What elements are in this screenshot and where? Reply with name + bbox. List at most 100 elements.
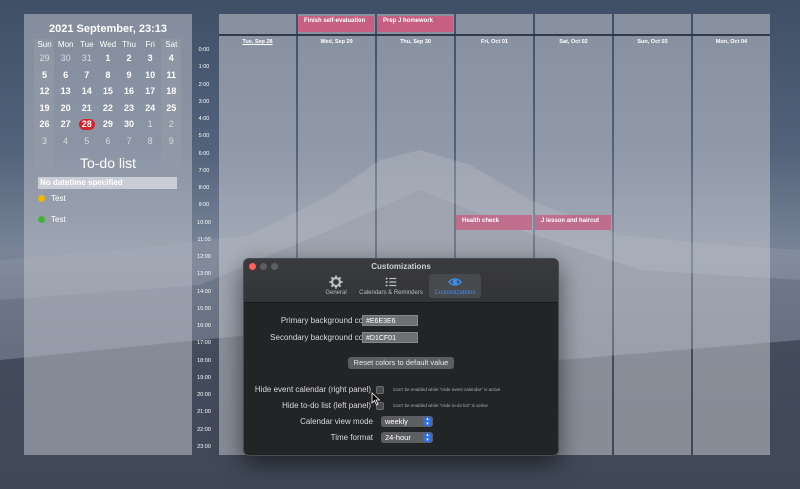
calendar-day[interactable]: 29 (97, 118, 118, 130)
calendar-day[interactable]: 8 (140, 135, 161, 147)
calendar-day[interactable]: 13 (55, 85, 76, 97)
calendar-day-number: 7 (84, 69, 90, 80)
calendar-day[interactable]: 1 (140, 118, 161, 130)
calendar-day[interactable]: 30 (119, 118, 140, 130)
weekday-label: Wed (99, 39, 117, 49)
customizations-dialog: Customizations General Calendars & Remin… (243, 258, 559, 456)
day-header: Fri, Oct 01 (481, 39, 508, 45)
eye-icon (448, 278, 462, 286)
calendar-day[interactable]: 16 (119, 85, 140, 97)
calendar-day[interactable]: 19 (34, 102, 55, 114)
calendar-day-number: 3 (147, 53, 153, 64)
primary-bg-field[interactable]: #E6E3E6 (362, 315, 418, 326)
secondary-bg-field[interactable]: #D1CF01 (362, 332, 418, 343)
calendar-day-number: 1 (147, 119, 153, 130)
calendar-day[interactable]: 7 (119, 135, 140, 147)
todo-item-label: Test (51, 215, 66, 224)
hour-label: 2:00 (198, 81, 210, 88)
calendar-day[interactable]: 15 (97, 85, 118, 97)
day-column[interactable] (693, 14, 770, 455)
calendar-day[interactable]: 18 (161, 85, 182, 97)
calendar-day-number: 14 (81, 86, 92, 97)
calendar-day[interactable]: 11 (161, 69, 182, 81)
calendar-event[interactable]: Health check (456, 214, 532, 230)
calendar-day-number: 6 (63, 69, 69, 80)
calendar-day[interactable]: 6 (55, 69, 76, 81)
allday-event[interactable]: Finish self-evaluation (298, 16, 374, 32)
calendar-day[interactable]: 4 (55, 135, 76, 147)
hide-todo-hint: Can't be enabled while "Hide to-do list"… (393, 403, 488, 408)
calendar-day[interactable]: 29 (34, 52, 55, 64)
calendar-day[interactable]: 24 (140, 102, 161, 114)
calendar-title: 2021 September, 23:13 (48, 23, 168, 35)
calendar-week-row: 3 4 5 6 7 8 9 (34, 133, 182, 150)
calendar-day-number: 22 (102, 102, 113, 113)
calendar-day-number: 5 (84, 135, 90, 146)
calendar-day-number: 27 (60, 119, 71, 130)
tab-customizations[interactable]: Customizations (429, 274, 481, 298)
calendar-day-number: 12 (39, 86, 50, 97)
calendar-day[interactable]: 5 (76, 135, 97, 147)
todo-title: To-do list (79, 155, 137, 171)
calendar-day-number: 5 (42, 69, 48, 80)
calendar-day-number: 4 (63, 135, 69, 146)
calendar-day-number: 25 (166, 102, 177, 113)
calendar-day[interactable]: 23 (119, 102, 140, 114)
calendar-day[interactable]: 26 (34, 118, 55, 130)
calendar-day[interactable]: 1 (97, 52, 118, 64)
calendar-day-number: 15 (102, 86, 113, 97)
calendar-day[interactable]: 27 (55, 118, 76, 130)
calendar-day[interactable]: 2 (119, 52, 140, 64)
calendar-day-today[interactable]: 28 (76, 118, 97, 131)
calendar-day[interactable]: 9 (161, 135, 182, 147)
allday-event[interactable]: Prep J homework (377, 16, 453, 32)
day-column[interactable] (614, 14, 691, 455)
calendar-day[interactable]: 17 (140, 85, 161, 97)
calendar-day[interactable]: 25 (161, 102, 182, 114)
todo-item[interactable]: Test (38, 194, 66, 203)
calendar-day-number: 7 (126, 135, 132, 146)
calendar-day[interactable]: 8 (97, 69, 118, 81)
calendar-day[interactable]: 30 (55, 52, 76, 64)
dialog-title: Customizations (371, 262, 431, 271)
calendar-day[interactable]: 4 (161, 52, 182, 64)
tab-calendars-reminders[interactable]: Calendars & Reminders (355, 274, 427, 298)
calendar-day[interactable]: 6 (97, 135, 118, 147)
todo-item-label: Test (51, 194, 66, 203)
calendar-day-number: 3 (42, 135, 48, 146)
hour-label: 5:00 (198, 133, 210, 140)
calendar-day[interactable]: 10 (140, 69, 161, 81)
calendar-day-number: 2 (126, 53, 132, 64)
tab-general-label: General (325, 290, 347, 296)
calendar-day[interactable]: 2 (161, 118, 182, 130)
calendar-day[interactable]: 31 (76, 52, 97, 64)
hour-label: 4:00 (198, 116, 210, 122)
calendar-day[interactable]: 3 (140, 52, 161, 64)
calendar-day[interactable]: 12 (34, 85, 55, 97)
reset-colors-button[interactable]: Reset colors to default value (348, 357, 454, 369)
calendar-day[interactable]: 20 (55, 102, 76, 114)
calendar-day[interactable]: 14 (76, 85, 97, 97)
tab-customizations-label: Customizations (434, 290, 476, 296)
calendar-day[interactable]: 21 (76, 102, 97, 114)
time-column: 0:00 1:00 2:00 3:00 4:00 5:00 6:00 7:00 8:00 9:00… (192, 0, 218, 489)
weekday-label: Sat (165, 39, 178, 49)
gear-icon (329, 275, 343, 289)
tab-general[interactable]: General (320, 274, 352, 298)
time-format-select[interactable]: 24-hour ▴ ▾ (381, 432, 433, 443)
calendar-week-row: 19 20 21 22 23 24 25 (34, 100, 182, 117)
calendar-day-number: 18 (166, 86, 177, 97)
todo-item[interactable]: Test (38, 215, 66, 224)
calendar-day[interactable]: 7 (76, 69, 97, 81)
calendar-day[interactable]: 5 (34, 69, 55, 81)
calendar-day-number: 20 (60, 102, 71, 113)
calendar-day[interactable]: 9 (119, 69, 140, 81)
left-panel: 2021 September, 23:13 Sun Mon Tue Wed Thu Fri… (24, 14, 192, 455)
calendar-event[interactable]: J lesson and haircut (535, 214, 611, 230)
hour-label: 11:00 (197, 236, 211, 243)
calendar-day[interactable]: 22 (97, 102, 118, 114)
calendar-day-number: 29 (102, 119, 113, 130)
calendar-day-number: 23 (124, 102, 135, 113)
view-mode-select[interactable]: weekly ▴ ▾ (381, 416, 433, 427)
calendar-day[interactable]: 3 (34, 135, 55, 147)
